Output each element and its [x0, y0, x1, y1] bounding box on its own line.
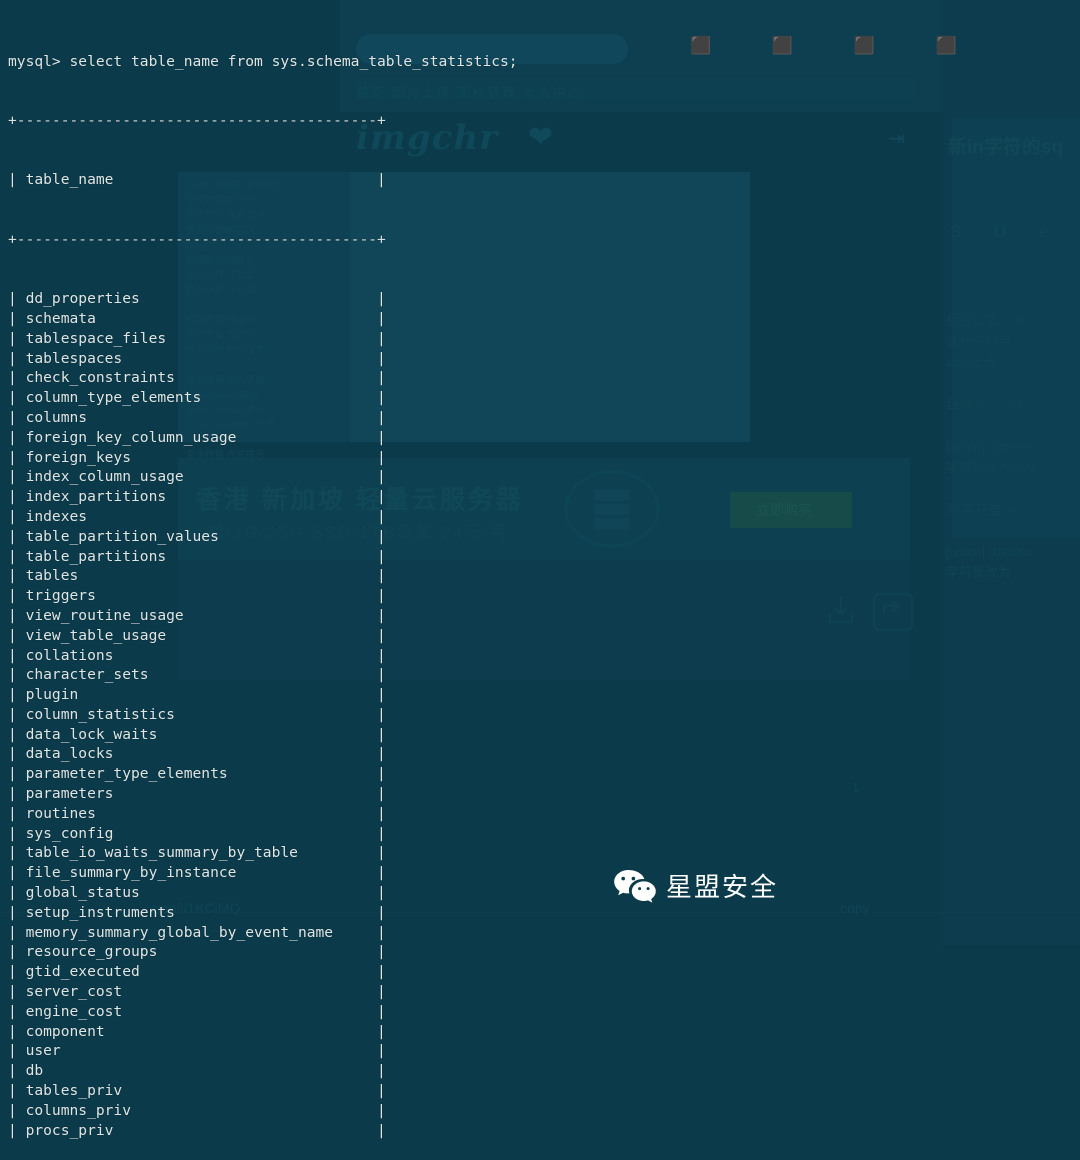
table-rule-top: +---------------------------------------… — [8, 111, 386, 129]
ghost-side-heading: 新in字符的sq — [948, 137, 1064, 158]
ghost-side-text: 后台以及 一句 话号码利用 logo上传 目录 /一 - sys [union]… — [946, 313, 1035, 580]
ghost-copy-label: copy — [840, 900, 870, 916]
table-row: | index_partitions | — [8, 488, 386, 506]
table-row: | foreign_keys | — [8, 448, 386, 466]
table-row: | data_lock_waits | — [8, 725, 386, 743]
table-row: | routines | — [8, 804, 386, 822]
table-row: | gtid_executed | — [8, 963, 386, 981]
table-row: | file_summary_by_instance | — [8, 864, 386, 882]
table-row: | setup_instruments | — [8, 903, 386, 921]
table-row: | character_sets | — [8, 666, 386, 684]
terminal-prompt-line: mysql> select table_name from sys.schema… — [8, 52, 518, 70]
table-row: | resource_groups | — [8, 943, 386, 961]
table-row: | columns_priv | — [8, 1101, 386, 1119]
table-row: | plugin | — [8, 686, 386, 704]
table-row: | index_column_usage | — [8, 468, 386, 486]
table-row: | columns | — [8, 408, 386, 426]
table-row: | table_partition_values | — [8, 527, 386, 545]
heart-icon: ❤ — [528, 121, 554, 154]
table-row: | procs_priv | — [8, 1121, 386, 1139]
ghost-right-column — [940, 0, 1080, 945]
table-row: | triggers | — [8, 587, 386, 605]
table-row: | sys_config | — [8, 824, 386, 842]
table-row: | db | — [8, 1062, 386, 1080]
mysql-terminal-output[interactable]: mysql> select table_name from sys.schema… — [0, 0, 518, 1160]
table-row: | column_type_elements | — [8, 389, 386, 407]
ghost-side-icons: S U e m — [950, 222, 1080, 241]
table-row: | indexes | — [8, 507, 386, 525]
table-row: | dd_properties | — [8, 290, 386, 308]
table-row: | collations | — [8, 646, 386, 664]
table-rule-mid: +---------------------------------------… — [8, 230, 386, 248]
table-row: | tablespaces | — [8, 349, 386, 367]
table-row: | server_cost | — [8, 983, 386, 1001]
wechat-account-name: 星盟安全 — [666, 872, 779, 902]
share-download-icons — [828, 592, 914, 632]
table-row: | table_partitions | — [8, 547, 386, 565]
table-row: | check_constraints | — [8, 369, 386, 387]
table-column-header: | table_name | — [8, 171, 386, 189]
table-row: | parameters | — [8, 785, 386, 803]
table-row: | column_statistics | — [8, 705, 386, 723]
table-row: | memory_summary_global_by_event_name | — [8, 923, 386, 941]
table-row: | tables_priv | — [8, 1082, 386, 1100]
table-row: | tablespace_files | — [8, 329, 386, 347]
wechat-icon — [614, 870, 656, 903]
table-row-list: | dd_properties | | schemata | | tablespac… — [8, 289, 518, 1140]
table-row: | data_locks | — [8, 745, 386, 763]
table-row: | tables | — [8, 567, 386, 585]
table-row: | parameter_type_elements | — [8, 765, 386, 783]
wechat-watermark: 星盟安全 — [612, 868, 778, 906]
table-row: | view_routine_usage | — [8, 606, 386, 624]
ghost-qr-number: 1 — [852, 780, 860, 795]
table-row: | table_io_waits_summary_by_table | — [8, 844, 386, 862]
table-row: | engine_cost | — [8, 1002, 386, 1020]
ghost-ad-buy-button — [730, 492, 852, 528]
table-row: | user | — [8, 1042, 386, 1060]
ghost-toolbar-icons: ⬛ ⬛ ⬛ ⬛ — [690, 36, 985, 55]
table-row: | component | — [8, 1022, 386, 1040]
table-row: | view_table_usage | — [8, 626, 386, 644]
logout-icon: ⇥ — [888, 128, 905, 150]
table-row: | schemata | — [8, 309, 386, 327]
ghost-ad-button-label: 立即购买 — [756, 502, 812, 518]
ghost-right-panel — [952, 118, 1080, 538]
table-row: | foreign_key_column_usage | — [8, 428, 386, 446]
server-rack-icon — [564, 470, 660, 548]
table-row: | global_status | — [8, 884, 386, 902]
